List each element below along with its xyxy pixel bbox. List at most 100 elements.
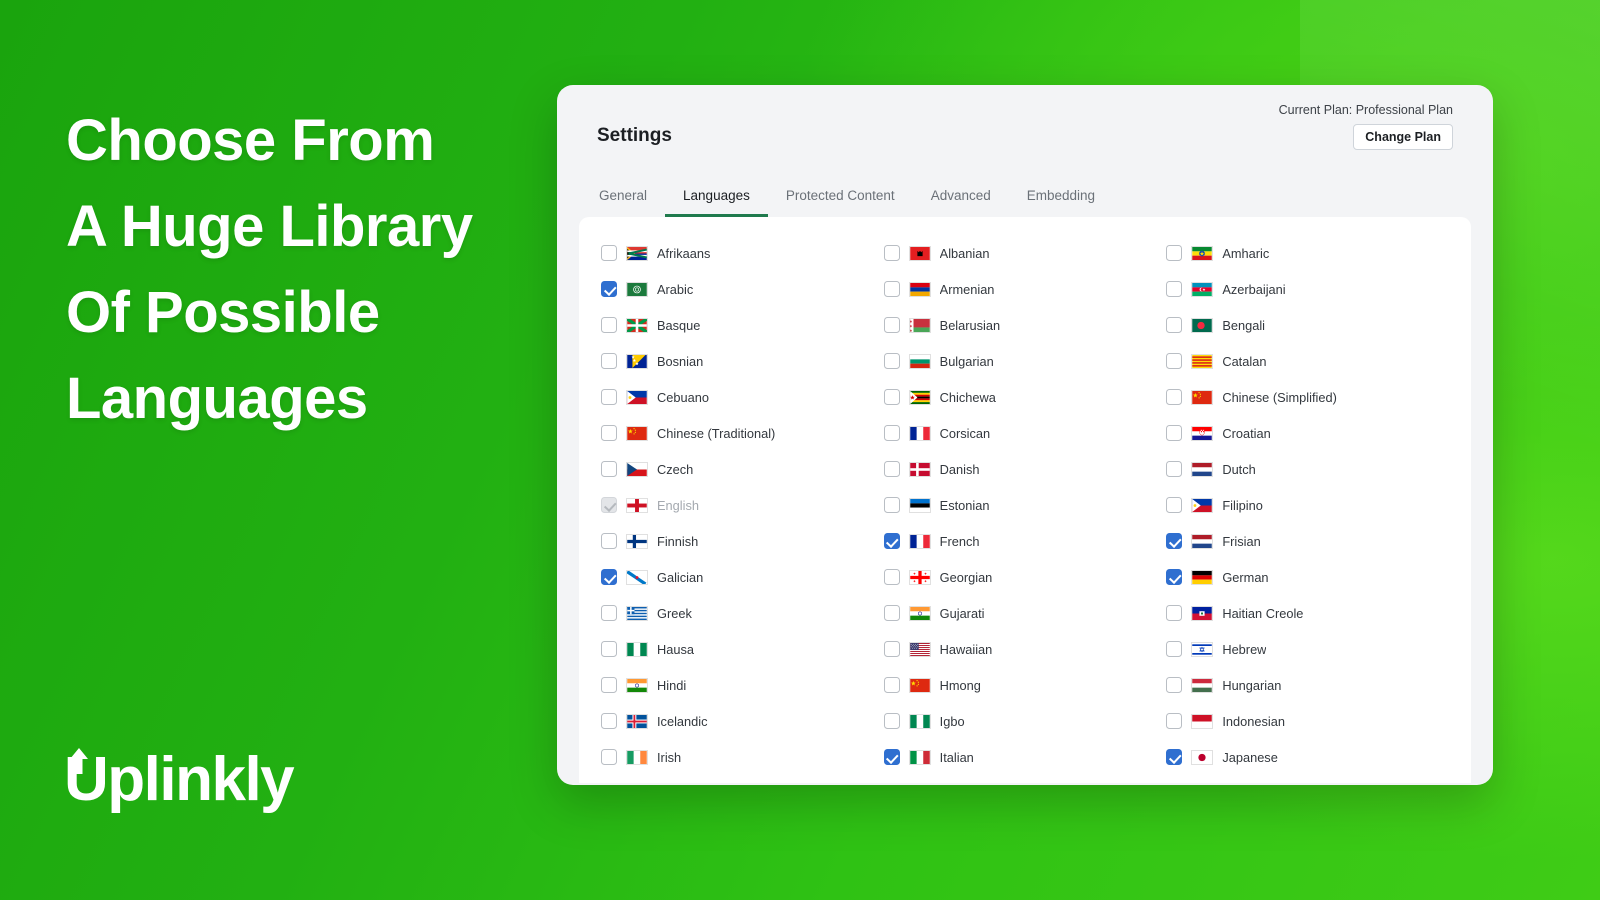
language-row[interactable]: Croatian [1166,415,1449,451]
language-row[interactable]: Catalan [1166,343,1449,379]
language-checkbox[interactable] [1166,641,1183,657]
language-row[interactable]: Bosnian [601,343,884,379]
language-checkbox[interactable] [1166,461,1183,477]
language-row[interactable]: Arabic [601,271,884,307]
language-checkbox[interactable] [601,461,617,477]
language-row[interactable]: Amharic [1166,235,1449,271]
language-checkbox[interactable] [1166,749,1183,765]
language-row[interactable]: Frisian [1166,523,1449,559]
language-row[interactable]: Kazakh [1166,775,1449,783]
language-row[interactable]: Kannada [884,775,1167,783]
language-row[interactable]: Hebrew [1166,631,1449,667]
language-checkbox[interactable] [1166,497,1183,513]
language-checkbox[interactable] [1166,605,1183,621]
language-checkbox[interactable] [601,569,617,585]
language-row[interactable]: Irish [601,739,884,775]
language-row[interactable]: Albanian [883,235,1167,271]
language-row[interactable]: Indonesian [1166,703,1449,739]
language-row[interactable]: Chinese (Traditional) [601,415,884,451]
language-row[interactable]: Japanese [1166,739,1449,775]
language-checkbox[interactable] [883,749,900,765]
language-checkbox[interactable] [1166,245,1183,261]
language-checkbox[interactable] [883,461,900,477]
language-row[interactable]: Icelandic [601,703,884,739]
language-row[interactable]: Georgian [883,559,1167,595]
language-row[interactable]: Armenian [883,271,1167,307]
language-checkbox[interactable] [601,425,617,441]
language-row[interactable]: Afrikaans [601,235,884,271]
language-checkbox[interactable] [601,677,617,693]
language-checkbox[interactable] [1166,425,1183,441]
language-row[interactable]: Azerbaijani [1166,271,1449,307]
language-row[interactable]: Cebuano [601,379,884,415]
change-plan-button[interactable]: Change Plan [1353,124,1453,150]
language-checkbox[interactable] [883,605,900,621]
language-checkbox[interactable] [601,605,617,621]
language-checkbox[interactable] [1166,569,1183,585]
language-row[interactable]: Finnish [601,523,884,559]
language-checkbox[interactable] [883,425,900,441]
language-checkbox[interactable] [883,713,900,729]
language-checkbox[interactable] [601,749,617,765]
tab-languages[interactable]: Languages [665,188,768,217]
settings-card: Settings Current Plan: Professional Plan… [557,85,1493,785]
language-checkbox[interactable] [601,317,617,333]
language-row[interactable]: Greek [601,595,884,631]
language-row[interactable]: Bulgarian [883,343,1167,379]
language-checkbox[interactable] [883,281,900,297]
language-checkbox[interactable] [883,353,900,369]
language-row[interactable]: Filipino [1166,487,1449,523]
language-row[interactable]: Galician [601,559,884,595]
language-row[interactable]: Dutch [1166,451,1449,487]
language-checkbox[interactable] [883,641,900,657]
language-checkbox[interactable] [883,389,900,405]
language-row[interactable]: Corsican [883,415,1167,451]
language-row[interactable]: Belarusian [883,307,1167,343]
language-checkbox[interactable] [601,389,617,405]
language-checkbox[interactable] [883,317,900,333]
language-checkbox[interactable] [883,245,900,261]
language-row[interactable]: Javanese [601,775,884,783]
language-checkbox[interactable] [601,641,617,657]
language-checkbox[interactable] [601,281,617,297]
language-checkbox[interactable] [601,353,617,369]
language-row[interactable]: Chinese (Simplified) [1166,379,1449,415]
tab-protected-content[interactable]: Protected Content [768,188,913,217]
language-row[interactable]: Italian [883,739,1167,775]
language-row[interactable]: Czech [601,451,884,487]
language-checkbox[interactable] [883,533,900,549]
language-checkbox[interactable] [883,569,900,585]
language-checkbox[interactable] [1166,353,1183,369]
flag-icon [626,425,648,441]
language-checkbox[interactable] [601,533,617,549]
language-checkbox[interactable] [1166,389,1183,405]
language-row[interactable]: German [1166,559,1449,595]
tab-general[interactable]: General [581,188,665,217]
language-checkbox[interactable] [601,713,617,729]
language-checkbox[interactable] [601,245,617,261]
language-row[interactable]: Haitian Creole [1166,595,1449,631]
language-row[interactable]: Bengali [1166,307,1449,343]
language-checkbox[interactable] [883,677,900,693]
language-row[interactable]: French [883,523,1167,559]
language-row[interactable]: Igbo [883,703,1167,739]
language-checkbox[interactable] [883,497,900,513]
tab-embedding[interactable]: Embedding [1009,188,1113,217]
language-row[interactable]: Hungarian [1166,667,1449,703]
language-row[interactable]: Chichewa [883,379,1167,415]
language-checkbox[interactable] [1166,533,1183,549]
language-checkbox[interactable] [1166,281,1183,297]
language-row[interactable]: Hindi [601,667,884,703]
tab-advanced[interactable]: Advanced [913,188,1009,217]
language-checkbox[interactable] [1166,713,1183,729]
language-row[interactable]: Hausa [601,631,884,667]
language-checkbox[interactable] [1166,317,1183,333]
language-row[interactable]: Gujarati [883,595,1167,631]
language-checkbox[interactable] [1166,677,1183,693]
language-row[interactable]: Estonian [883,487,1167,523]
language-label: Czech [657,461,694,477]
language-row[interactable]: Hmong [883,667,1167,703]
language-row[interactable]: Basque [601,307,884,343]
language-row[interactable]: Hawaiian [883,631,1167,667]
language-row[interactable]: Danish [883,451,1167,487]
